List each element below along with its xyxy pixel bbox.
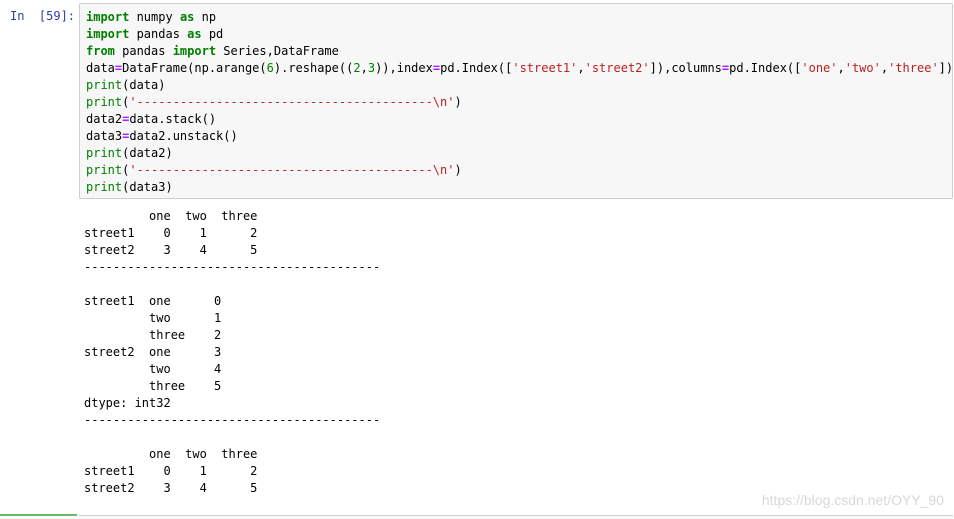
next-cell[interactable] xyxy=(0,511,954,519)
code-token: pandas xyxy=(114,44,173,58)
input-prompt: In [59]: xyxy=(10,9,76,23)
code-token: data.stack() xyxy=(129,112,217,126)
code-token: 6 xyxy=(266,61,274,75)
code-token: numpy xyxy=(129,10,180,24)
code-token: as xyxy=(179,10,195,24)
output-line: ----------------------------------------… xyxy=(84,413,381,427)
code-line: import pandas as pd xyxy=(86,26,954,43)
output-line: street1 0 1 2 xyxy=(84,226,258,240)
code-token: , xyxy=(577,61,585,75)
code-cell-editor[interactable]: import numpy as np import pandas as pd fro… xyxy=(79,3,954,199)
code-line: import numpy as np xyxy=(86,9,954,26)
code-token: data2 xyxy=(86,112,123,126)
output-line: three 2 xyxy=(84,328,222,342)
code-token: pd.Index([ xyxy=(729,61,802,75)
code-token: ).reshape(( xyxy=(273,61,354,75)
code-line: print(data) xyxy=(86,77,954,94)
code-token: as xyxy=(187,27,202,41)
next-cell-editor[interactable] xyxy=(79,515,953,519)
notebook-page: In [59]: import numpy as np import pandas… xyxy=(0,0,954,519)
code-token: print xyxy=(86,146,123,160)
code-line: print(data3) xyxy=(86,179,954,196)
code-token: (data3) xyxy=(122,180,173,194)
code-token: pd.Index([ xyxy=(440,61,513,75)
output-line: two 4 xyxy=(84,362,222,376)
code-token: 'three' xyxy=(888,61,939,75)
code-token: np xyxy=(194,10,217,24)
code-token: print xyxy=(86,180,123,194)
code-token: from xyxy=(86,44,115,58)
code-token: import xyxy=(86,27,130,41)
output-line: one two three xyxy=(84,209,258,223)
watermark-text: https://blog.csdn.net/OYY_90 xyxy=(761,492,944,508)
code-token: data xyxy=(86,61,115,75)
code-token: 3 xyxy=(367,61,376,75)
output-line: street2 3 4 5 xyxy=(84,243,258,257)
code-token: pandas xyxy=(129,27,188,41)
code-line: print(data2) xyxy=(86,145,954,162)
output-line: street2 3 4 5 xyxy=(84,481,258,495)
code-line: data=DataFrame(np.arange(6).reshape((2,3… xyxy=(86,60,954,77)
code-line: data3=data2.unstack() xyxy=(86,128,954,145)
code-token: 'two' xyxy=(844,61,881,75)
code-token: ) xyxy=(454,95,462,109)
code-token: ) xyxy=(454,163,462,177)
code-line: data2=data.stack() xyxy=(86,111,954,128)
output-line: street2 one 3 xyxy=(84,345,222,359)
code-token: data3 xyxy=(86,129,123,143)
code-token: ])) xyxy=(938,61,954,75)
code-token: )),index xyxy=(375,61,433,75)
code-token: '---------------------------------------… xyxy=(129,163,455,177)
code-block[interactable]: import numpy as np import pandas as pd fro… xyxy=(86,9,954,196)
code-token: import xyxy=(172,44,217,58)
code-token: pd xyxy=(201,27,224,41)
code-line: print('---------------------------------… xyxy=(86,162,954,179)
code-token: print xyxy=(86,95,123,109)
output-line: three 5 xyxy=(84,379,222,393)
output-line: street1 0 1 2 xyxy=(84,464,258,478)
code-token: import xyxy=(86,10,130,24)
code-token: , xyxy=(880,61,889,75)
output-line: street1 one 0 xyxy=(84,294,222,308)
code-token: 2 xyxy=(353,61,361,75)
code-token: , xyxy=(837,61,845,75)
code-token: print xyxy=(86,78,123,92)
code-token: DataFrame(np.arange( xyxy=(122,61,267,75)
code-line: print('---------------------------------… xyxy=(86,94,954,111)
selected-cell-indicator xyxy=(0,514,77,516)
output-line: two 1 xyxy=(84,311,222,325)
output-line: ----------------------------------------… xyxy=(84,260,381,274)
code-token: , xyxy=(360,61,368,75)
output-line: one two three xyxy=(84,447,258,461)
code-token: 'one' xyxy=(801,61,838,75)
output-line: dtype: int32 xyxy=(84,396,171,410)
code-token: 'street1' xyxy=(512,61,578,75)
cell-output: one two three street1 0 1 2 street2 3 4 5 -… xyxy=(84,208,380,497)
code-token: ]),columns xyxy=(649,61,722,75)
code-token: '---------------------------------------… xyxy=(129,95,455,109)
code-token: print xyxy=(86,163,123,177)
code-token: = xyxy=(432,61,441,75)
code-token: (data2) xyxy=(122,146,173,160)
code-token: (data) xyxy=(122,78,166,92)
code-line: from pandas import Series,DataFrame xyxy=(86,43,954,60)
code-token: Series,DataFrame xyxy=(216,44,339,58)
code-token: 'street2' xyxy=(584,61,650,75)
code-token: data2.unstack() xyxy=(129,129,238,143)
